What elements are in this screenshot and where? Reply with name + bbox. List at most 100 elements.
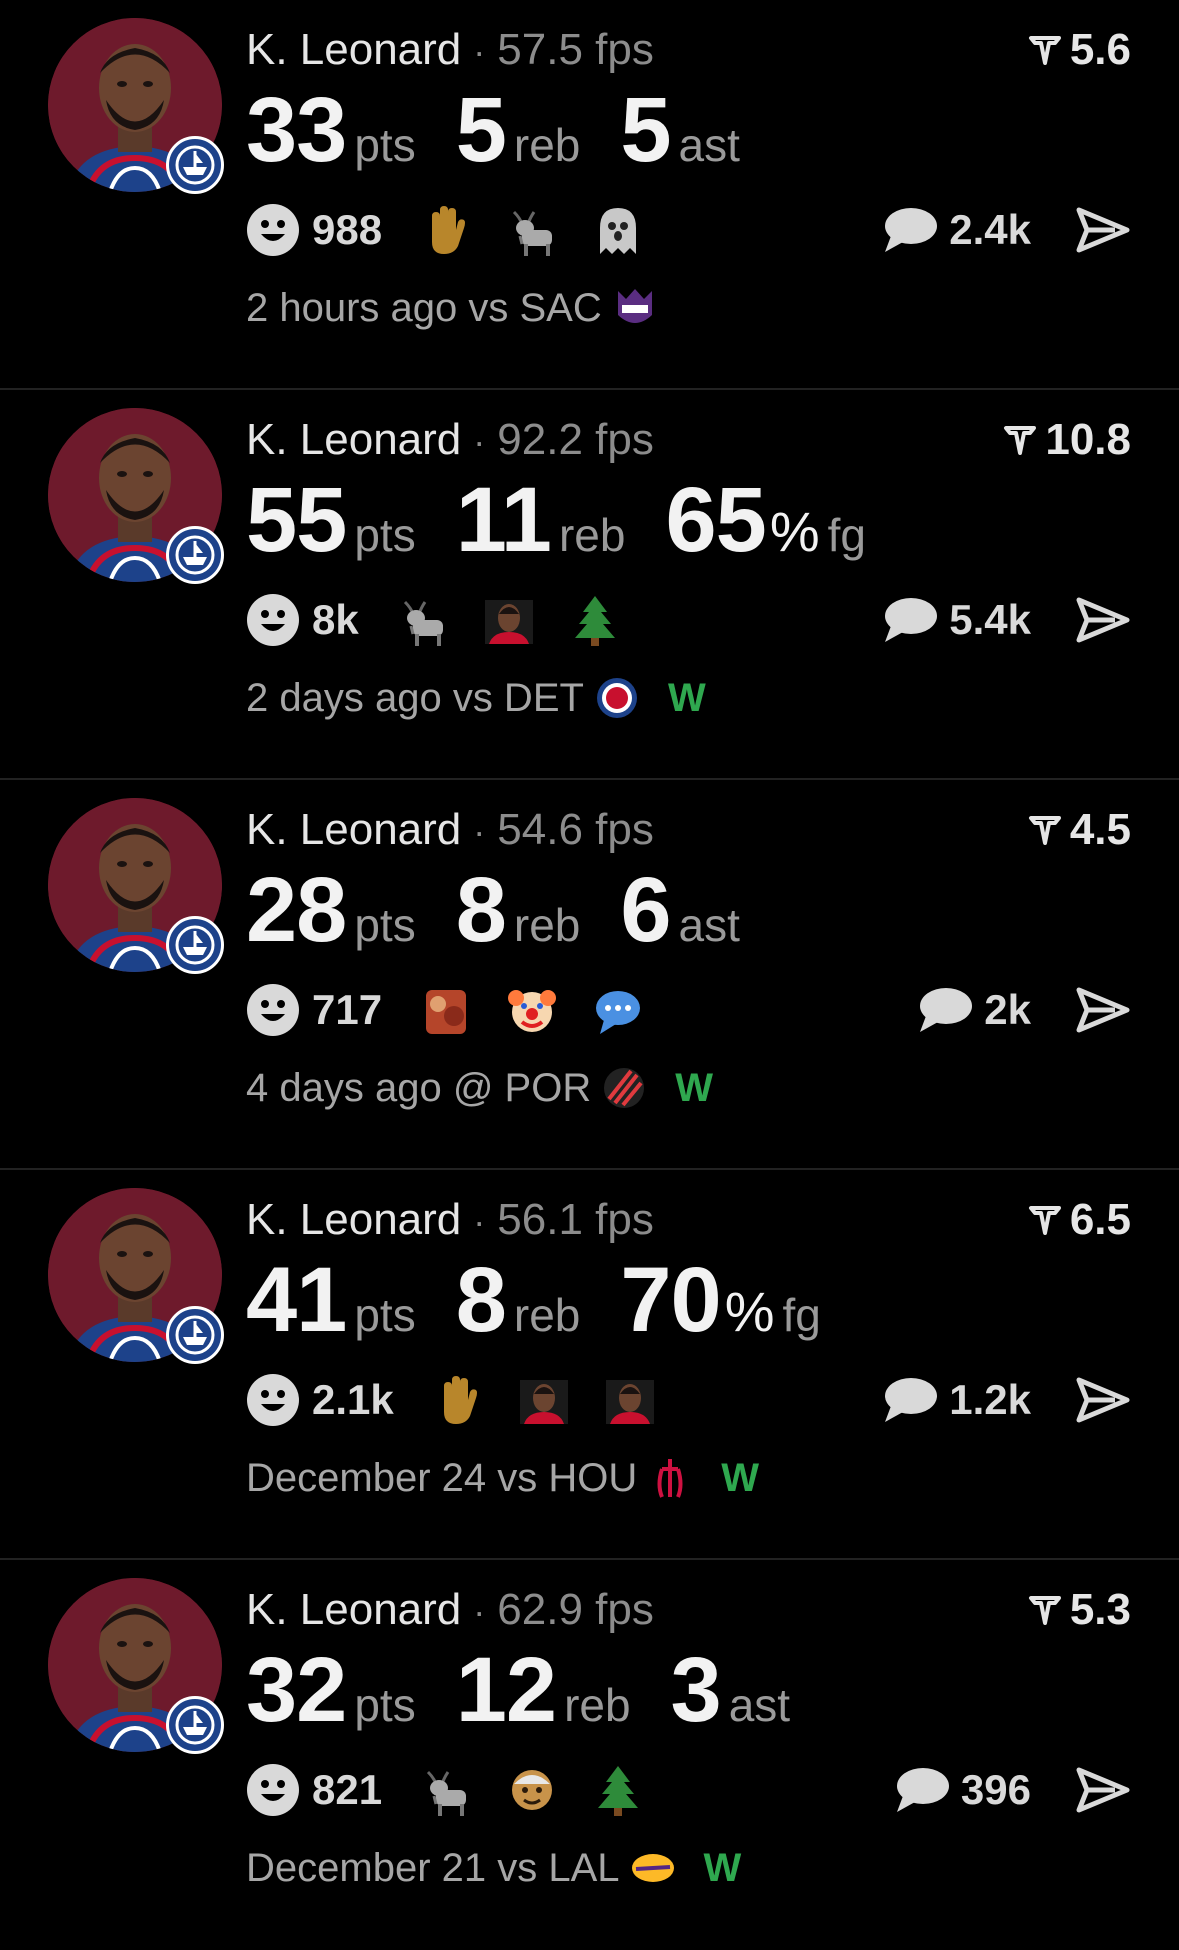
goat-icon xyxy=(513,210,553,256)
smiley-icon xyxy=(247,204,299,256)
game-card[interactable]: K. Leonard · 57.5 fps 5.6 33 pts 5 reb 5 ast 98… xyxy=(0,0,1179,390)
game-time-opponent[interactable]: 2 hours ago vs SAC xyxy=(246,286,602,331)
reaction-button[interactable]: 821 xyxy=(246,1763,382,1817)
opponent-logo-slot xyxy=(591,1065,647,1111)
game-meta: December 24 vs HOU W xyxy=(246,1450,759,1506)
player-name[interactable]: K. Leonard xyxy=(246,415,461,464)
fantasy-points: 92.2 fps xyxy=(497,415,654,464)
comment-button[interactable]: 1.2k xyxy=(881,1376,1031,1424)
stat-value: 41 xyxy=(246,1249,347,1351)
speech-bubble-icon xyxy=(885,598,938,642)
actions-row: 2k xyxy=(916,980,1131,1040)
rating-value: 5.3 xyxy=(1069,1585,1131,1634)
stat-value: 8 xyxy=(455,1249,507,1351)
game-result: W xyxy=(721,1455,759,1500)
player-name[interactable]: K. Leonard xyxy=(246,25,461,74)
game-time-opponent[interactable]: December 24 vs HOU xyxy=(246,1456,637,1501)
reaction-count: 717 xyxy=(312,986,383,1033)
stat-value: 6 xyxy=(620,859,671,961)
player-name-line: K. Leonard · 92.2 fps xyxy=(246,415,654,464)
stat-label: reb xyxy=(558,509,626,561)
rating: 5.6 xyxy=(1028,22,1131,78)
player-avatar[interactable] xyxy=(48,798,224,974)
speech-bubble-icon xyxy=(920,988,973,1032)
player-avatar[interactable] xyxy=(48,1188,224,1364)
smiley-icon xyxy=(247,594,299,646)
speech-bubble-icon xyxy=(885,1378,938,1422)
comment-button[interactable]: 2k xyxy=(916,986,1031,1034)
stat-line: 33 pts 5 reb 5 ast xyxy=(246,78,780,183)
send-arrow-icon[interactable] xyxy=(1075,1766,1131,1814)
actions-row: 5.4k xyxy=(881,590,1131,650)
send-arrow-icon[interactable] xyxy=(1075,206,1131,254)
stat-reb: 8 reb xyxy=(456,858,581,963)
game-card[interactable]: K. Leonard · 56.1 fps 6.5 41 pts 8 reb 70% fg 2… xyxy=(0,1170,1179,1560)
stat-pts: 28 pts xyxy=(246,858,416,963)
game-card[interactable]: K. Leonard · 54.6 fps 4.5 28 pts 8 reb 6 ast 71… xyxy=(0,780,1179,1170)
send-arrow-icon[interactable] xyxy=(1075,986,1131,1034)
reaction-button[interactable]: 717 xyxy=(246,983,382,1037)
player-name-line: K. Leonard · 57.5 fps xyxy=(246,25,654,74)
comment-button[interactable]: 396 xyxy=(893,1766,1031,1814)
player-avatar[interactable] xyxy=(48,408,224,584)
pistons-logo-icon xyxy=(596,678,637,718)
player-avatar[interactable] xyxy=(48,18,224,194)
stat-label: pts xyxy=(354,1679,416,1731)
player-name[interactable]: K. Leonard xyxy=(246,1195,461,1244)
reactions-row: 8k xyxy=(246,590,653,650)
stat-label: reb xyxy=(513,119,581,171)
player-avatar[interactable] xyxy=(48,1578,224,1754)
stat-percent-sign: % xyxy=(769,500,820,563)
clown-face-icon xyxy=(508,990,557,1032)
fantasy-points: 54.6 fps xyxy=(497,805,654,854)
reaction-button[interactable]: 2.1k xyxy=(246,1373,394,1427)
reaction-button[interactable]: 8k xyxy=(246,593,359,647)
stat-reb: 11 reb xyxy=(456,468,626,573)
stat-label: reb xyxy=(513,899,581,951)
funnel-icon xyxy=(1028,1596,1061,1625)
rockets-logo-icon xyxy=(657,1459,683,1498)
stat-ast: 5 ast xyxy=(620,78,740,183)
stat-label: pts xyxy=(354,119,416,171)
comment-button[interactable]: 5.4k xyxy=(881,596,1031,644)
send-arrow-icon[interactable] xyxy=(1075,596,1131,644)
reaction-button[interactable]: 988 xyxy=(246,203,382,257)
stat-pts: 32 pts xyxy=(246,1638,416,1743)
lakers-logo-icon xyxy=(631,1854,674,1882)
player-name-line: K. Leonard · 54.6 fps xyxy=(246,805,654,854)
stat-value: 70 xyxy=(620,1249,721,1351)
player-photo-icon xyxy=(605,1380,654,1424)
game-meta: 2 hours ago vs SAC xyxy=(246,280,686,336)
game-result: W xyxy=(675,1065,713,1110)
stat-label: pts xyxy=(354,1289,416,1341)
reaction-count: 2.1k xyxy=(312,1376,394,1423)
stat-label: reb xyxy=(564,1679,631,1731)
stat-reb: 8 reb xyxy=(456,1248,581,1353)
player-name[interactable]: K. Leonard xyxy=(246,805,461,854)
send-arrow-icon[interactable] xyxy=(1075,1376,1131,1424)
stat-label: ast xyxy=(678,899,740,951)
reaction-emojis xyxy=(418,982,676,1038)
player-name[interactable]: K. Leonard xyxy=(246,1585,461,1634)
game-time-opponent[interactable]: December 21 vs LAL xyxy=(246,1846,620,1891)
stat-value: 32 xyxy=(246,1639,347,1741)
stat-line: 55 pts 11 reb 65% fg xyxy=(246,468,906,573)
stat-line: 28 pts 8 reb 6 ast xyxy=(246,858,780,963)
reaction-emojis xyxy=(418,1762,676,1818)
game-time-opponent[interactable]: 2 days ago vs DET xyxy=(246,676,584,721)
game-card[interactable]: K. Leonard · 62.9 fps 5.3 32 pts 12 reb 3 ast 8… xyxy=(0,1560,1179,1950)
reaction-emojis xyxy=(418,202,676,258)
actions-row: 1.2k xyxy=(881,1370,1131,1430)
rating: 5.3 xyxy=(1028,1582,1131,1638)
evergreen-tree-icon xyxy=(598,1766,639,1816)
stat-fg: 65% fg xyxy=(665,468,866,573)
player-name-line: K. Leonard · 56.1 fps xyxy=(246,1195,654,1244)
goat-icon xyxy=(403,600,443,646)
comment-button[interactable]: 2.4k xyxy=(881,206,1031,254)
stat-value: 3 xyxy=(670,1639,722,1741)
game-time-opponent[interactable]: 4 days ago @ POR xyxy=(246,1066,591,1111)
reaction-count: 821 xyxy=(312,1766,383,1813)
game-result: W xyxy=(667,675,706,720)
fantasy-points: 62.9 fps xyxy=(497,1585,654,1634)
game-card[interactable]: K. Leonard · 92.2 fps 10.8 55 pts 11 reb 65% fg… xyxy=(0,390,1179,780)
